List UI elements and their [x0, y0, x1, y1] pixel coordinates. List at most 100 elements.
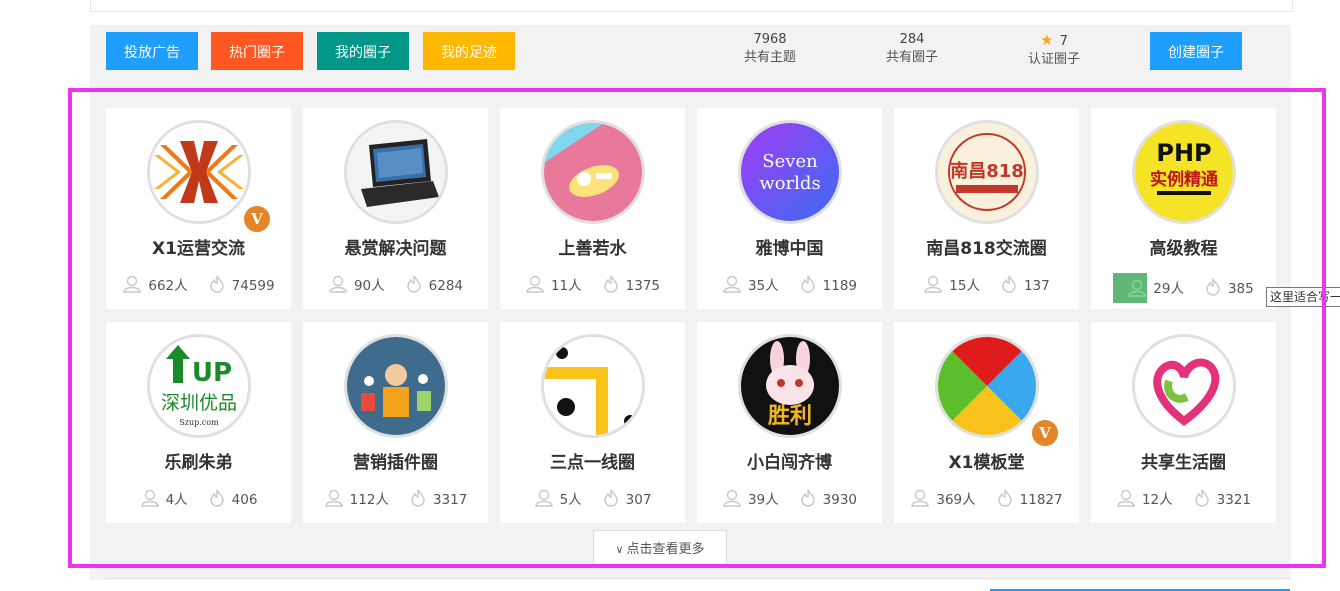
circle-name[interactable]: 悬赏解决问题	[303, 234, 488, 259]
svg-text:Szup.com: Szup.com	[179, 418, 219, 427]
svg-text:南昌818: 南昌818	[950, 160, 1024, 182]
circle-meta: 29人 385	[1091, 273, 1276, 304]
circle-name[interactable]: 南昌818交流圈	[894, 234, 1079, 259]
heat-count: 1375	[625, 278, 661, 294]
circle-card[interactable]: 共享生活圈 12人 3321	[1091, 322, 1276, 523]
heat-count: 74599	[231, 278, 275, 294]
member-count: 90人	[353, 278, 385, 294]
person-icon	[722, 489, 742, 511]
circle-card[interactable]: V X1模板堂 369人 11827	[894, 322, 1079, 523]
circle-avatar[interactable]	[541, 120, 645, 224]
circle-card[interactable]: 营销插件圈 112人 3317	[303, 322, 488, 523]
topics-label: 共有主题	[743, 50, 796, 65]
circle-name[interactable]: X1模板堂	[894, 448, 1079, 473]
fire-icon	[799, 275, 817, 297]
circle-card[interactable]: UP 深圳优品 Szup.com 乐刷朱弟 4人 406	[106, 322, 291, 523]
verified-badge-icon: V	[242, 204, 272, 234]
circle-avatar[interactable]: Seven worlds	[738, 120, 842, 224]
member-count: 11人	[550, 278, 582, 294]
member-count: 29人	[1153, 281, 1184, 297]
svg-text:实例精通: 实例精通	[1150, 169, 1218, 190]
certified-label: 认证圈子	[1027, 52, 1080, 67]
fire-icon	[602, 275, 620, 297]
heat-count: 307	[625, 492, 652, 508]
fire-icon	[1204, 278, 1222, 300]
circle-card[interactable]: PHP 实例精通 高级教程 29人 385	[1091, 108, 1276, 309]
circle-avatar[interactable]	[1132, 334, 1236, 438]
circle-card[interactable]: V X1运营交流 662人 74599	[106, 108, 291, 309]
circle-name[interactable]: X1运营交流	[106, 234, 291, 259]
hot-circles-button[interactable]: 热门圈子	[211, 32, 303, 70]
my-footprint-button[interactable]: 我的足迹	[423, 32, 515, 70]
circle-card[interactable]: 南昌818 南昌818交流圈 15人 137	[894, 108, 1079, 309]
chevron-down-icon: ∨	[615, 543, 624, 556]
svg-text:胜利: 胜利	[768, 404, 812, 429]
circle-card[interactable]: 胜利小白闯齐博 39人 3930	[697, 322, 882, 523]
member-count: 4人	[165, 492, 188, 508]
person-icon	[1113, 273, 1148, 303]
fire-icon	[602, 489, 620, 511]
circle-meta: 5人 307	[500, 488, 685, 511]
divider	[105, 578, 1291, 579]
svg-text:深圳优品: 深圳优品	[161, 392, 237, 414]
circle-card[interactable]: 三点一线圈 5人 307	[500, 322, 685, 523]
ad-button[interactable]: 投放广告	[106, 32, 198, 70]
load-more-button[interactable]: ∨ 点击查看更多	[593, 530, 727, 567]
circle-meta: 12人 3321	[1091, 488, 1276, 511]
heat-count: 3930	[822, 492, 858, 508]
topics-count: 7968	[753, 32, 787, 47]
svg-text:UP: UP	[192, 358, 232, 388]
svg-text:Seven: Seven	[762, 151, 818, 172]
svg-text:worlds: worlds	[759, 173, 820, 194]
circle-avatar[interactable]: UP 深圳优品 Szup.com	[147, 334, 251, 438]
circle-meta: 662人 74599	[106, 274, 291, 297]
circle-name[interactable]: 雅博中国	[697, 234, 882, 259]
heat-count: 6284	[428, 278, 464, 294]
previous-section-card	[90, 0, 1293, 12]
member-count: 112人	[349, 492, 389, 508]
circle-avatar[interactable]: 胜利	[738, 334, 842, 438]
heat-count: 385	[1227, 281, 1254, 297]
tooltip: 这里适合写一	[1266, 287, 1340, 307]
heat-count: 3317	[432, 492, 468, 508]
fire-icon	[996, 489, 1014, 511]
circle-avatar[interactable]: 南昌818	[935, 120, 1039, 224]
circle-meta: 4人 406	[106, 488, 291, 511]
person-icon	[328, 275, 348, 297]
circle-avatar[interactable]	[147, 120, 251, 224]
circle-card[interactable]: 悬赏解决问题 90人 6284	[303, 108, 488, 309]
circle-name[interactable]: 上善若水	[500, 234, 685, 259]
create-circle-button[interactable]: 创建圈子	[1150, 32, 1242, 70]
circles-label: 共有圈子	[885, 50, 938, 65]
person-icon	[534, 489, 554, 511]
member-count: 35人	[747, 278, 779, 294]
fire-icon	[208, 489, 226, 511]
person-icon	[122, 275, 142, 297]
circle-card[interactable]: 上善若水 11人 1375	[500, 108, 685, 309]
circle-avatar[interactable]: PHP 实例精通	[1132, 120, 1236, 224]
load-more-label: 点击查看更多	[626, 542, 705, 557]
person-icon	[1116, 489, 1136, 511]
circle-meta: 35人 1189	[697, 274, 882, 297]
circle-avatar[interactable]	[541, 334, 645, 438]
circle-name[interactable]: 营销插件圈	[303, 448, 488, 473]
circle-avatar[interactable]	[935, 334, 1039, 438]
member-count: 12人	[1141, 492, 1173, 508]
circle-name[interactable]: 共享生活圈	[1091, 448, 1276, 473]
fire-icon	[208, 275, 226, 297]
circle-name[interactable]: 小白闯齐博	[697, 448, 882, 473]
certified-stat: ★ 7 认证圈子	[994, 31, 1114, 69]
circle-card[interactable]: Seven worlds 雅博中国 35人 1189	[697, 108, 882, 309]
circle-avatar[interactable]	[344, 334, 448, 438]
fire-icon	[405, 275, 423, 297]
circle-meta: 11人 1375	[500, 274, 685, 297]
heat-count: 137	[1023, 278, 1050, 294]
circle-avatar[interactable]	[344, 120, 448, 224]
my-circles-button[interactable]: 我的圈子	[317, 32, 409, 70]
verified-badge-icon: V	[1030, 418, 1060, 448]
circle-name[interactable]: 乐刷朱弟	[106, 448, 291, 473]
circle-name[interactable]: 三点一线圈	[500, 448, 685, 473]
circle-name[interactable]: 高级教程	[1091, 234, 1276, 259]
circle-meta: 39人 3930	[697, 488, 882, 511]
person-icon	[140, 489, 160, 511]
